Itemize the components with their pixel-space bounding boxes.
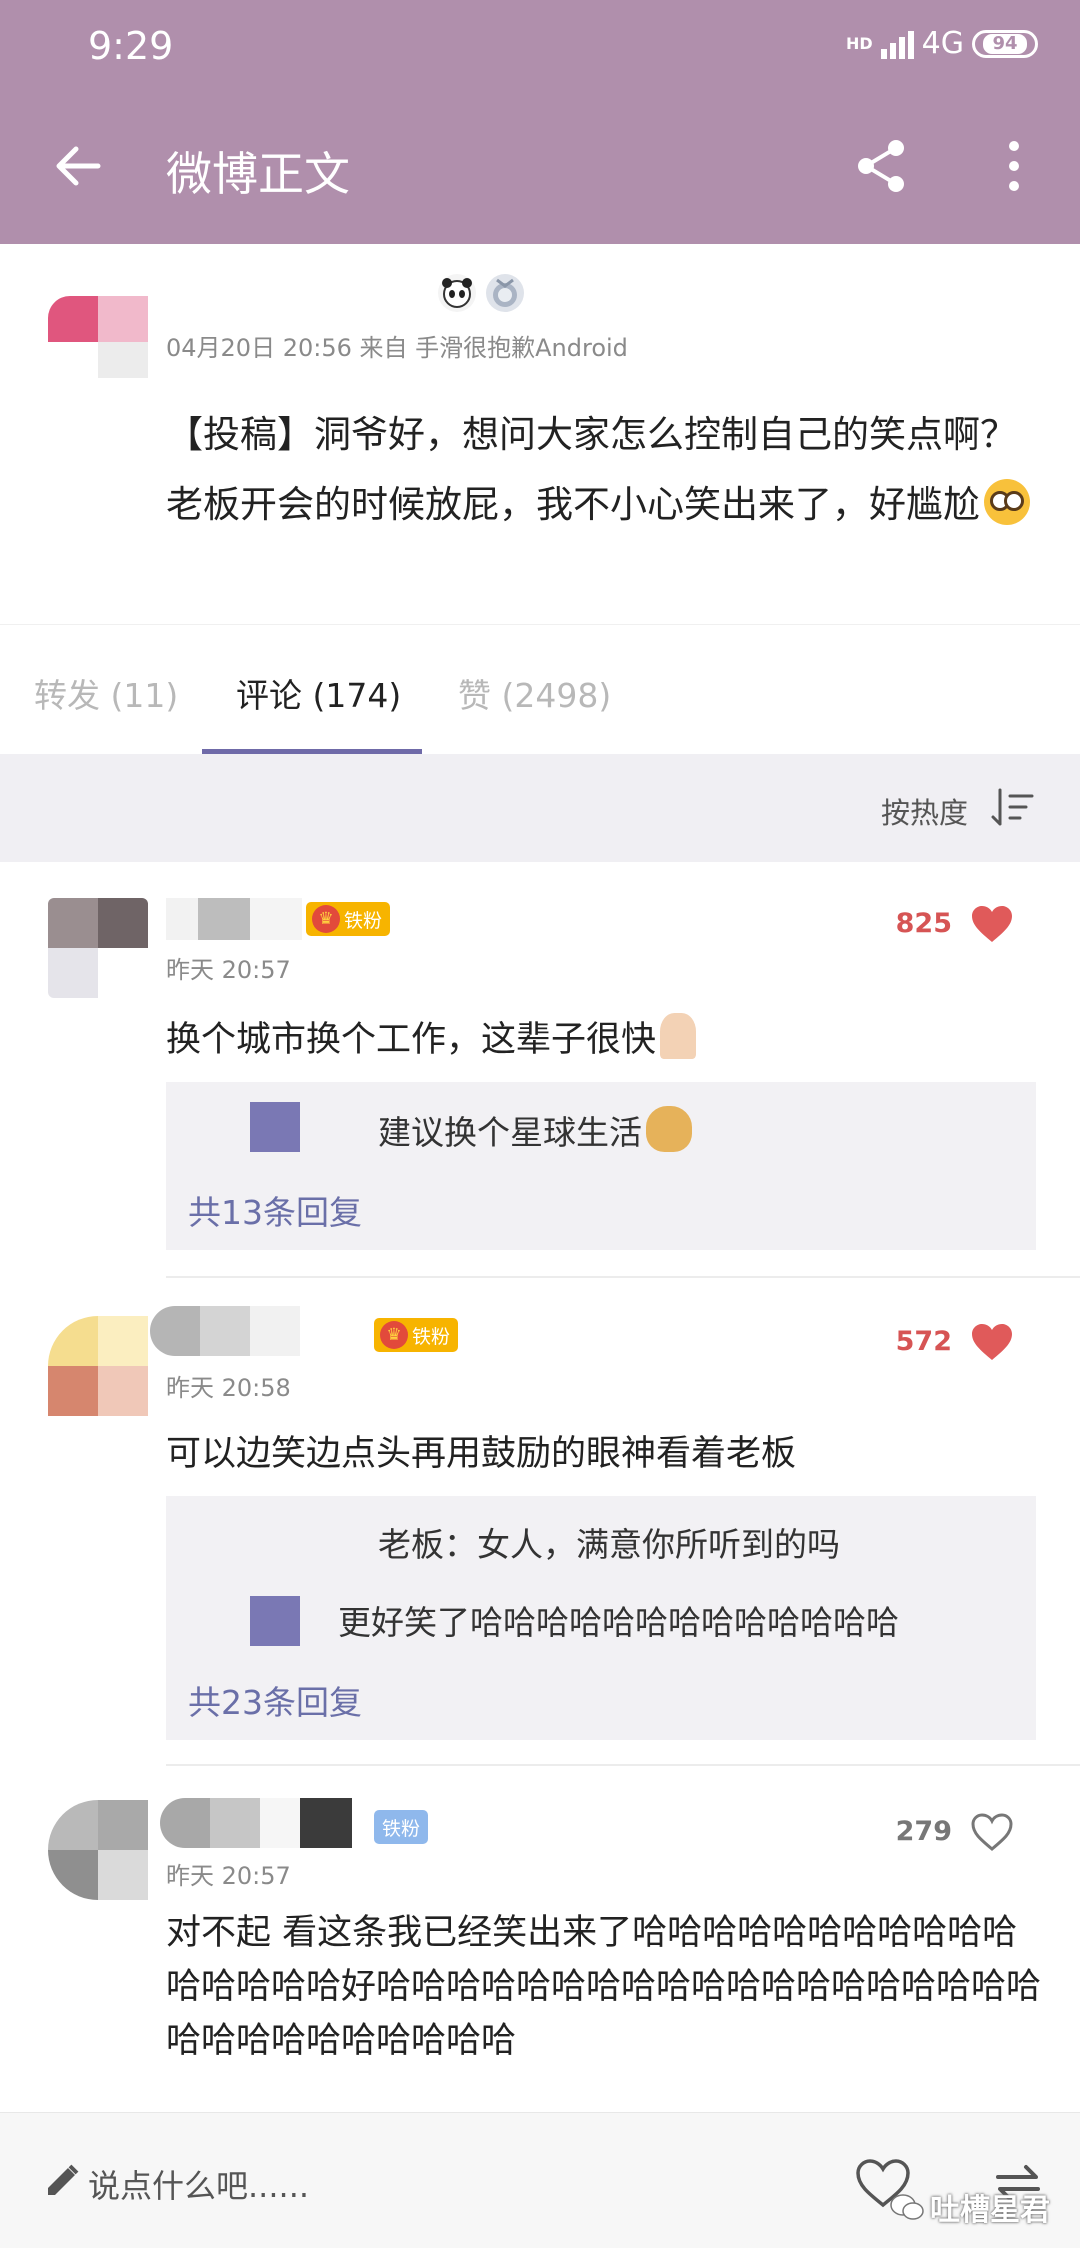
comment-input-bar: 说点什么吧...... 吐槽星君 — [0, 2112, 1080, 2248]
commenter-avatar[interactable] — [48, 1800, 148, 1900]
tab-bar: 转发 (11) 评论 (174) 赞 (2498) — [0, 624, 1080, 755]
status-indicators: HD 4G 94 — [846, 26, 1038, 61]
comment-time: 昨天 20:58 — [166, 1374, 291, 1402]
commenter-avatar[interactable] — [48, 1316, 148, 1416]
battery-icon: 94 — [972, 29, 1038, 58]
heart-outline-icon[interactable] — [970, 1812, 1014, 1852]
flushed-emoji-icon — [984, 479, 1030, 525]
like-count: 279 — [895, 1816, 952, 1847]
wechat-icon — [890, 2194, 924, 2220]
watermark-text: 吐槽星君 — [930, 2193, 1050, 2228]
heart-icon[interactable] — [970, 904, 1014, 944]
pray-emoji-icon — [660, 1013, 697, 1059]
sort-bar: 按热度 — [0, 754, 1080, 862]
fan-badge: ♛ 铁粉 — [306, 902, 391, 936]
divider — [166, 1276, 1080, 1278]
comment-time: 昨天 20:57 — [166, 956, 291, 984]
commenter-name[interactable] — [166, 898, 302, 940]
view-replies-link[interactable]: 共23条回复 — [188, 1676, 362, 1724]
tab-comment[interactable]: 评论 (174) — [236, 669, 401, 717]
doge-emoji-icon — [646, 1106, 692, 1152]
tab-repost[interactable]: 转发 (11) — [34, 669, 178, 717]
post-author-avatar[interactable] — [48, 288, 148, 378]
post-text: 【投稿】洞爷好，想问大家怎么控制自己的笑点啊？老板开会的时候放屁，我不小心笑出来… — [166, 400, 1046, 540]
reply-text: 建议换个星球生活 — [378, 1106, 692, 1154]
share-icon[interactable] — [852, 136, 912, 196]
comment-item: ♛ 铁粉 昨天 20:58 572 可以边笑边点头再用鼓励的眼神看着老板 老板：… — [0, 1282, 1080, 1768]
hd-label: HD — [845, 33, 873, 53]
panda-badge-icon — [438, 274, 476, 312]
watermark: 吐槽星君 — [890, 2185, 1050, 2229]
reply-user-avatar — [250, 1596, 300, 1646]
heart-icon[interactable] — [970, 1322, 1014, 1362]
like-count: 825 — [895, 908, 952, 939]
network-type: 4G — [921, 26, 964, 61]
reply-box[interactable]: 建议换个星球生活 共13条回复 — [166, 1082, 1036, 1250]
comment-item: 铁粉 昨天 20:57 279 对不起 看这条我已经笑出来了哈哈哈哈哈哈哈哈哈哈… — [0, 1770, 1080, 2110]
medal-badge-icon — [486, 274, 524, 312]
comment-input[interactable]: 说点什么吧...... — [88, 2161, 309, 2207]
reply-text: 更好笑了哈哈哈哈哈哈哈哈哈哈哈哈哈 — [338, 1603, 899, 1642]
fan-badge-label: 铁粉 — [382, 1817, 421, 1840]
commenter-name[interactable] — [160, 1798, 352, 1848]
like-count: 572 — [895, 1326, 952, 1357]
commenter-name[interactable] — [150, 1306, 300, 1356]
app-header: 9:29 HD 4G 94 微博正文 — [0, 0, 1080, 244]
reply-text: 老板：女人，满意你所听到的吗 — [378, 1525, 840, 1564]
battery-level: 94 — [983, 33, 1027, 54]
sort-button[interactable]: 按热度 — [881, 790, 968, 832]
crown-icon: ♛ — [380, 1321, 408, 1349]
signal-icon — [880, 29, 914, 59]
reply-body: 建议换个星球生活 — [378, 1113, 642, 1152]
author-badges — [438, 274, 524, 312]
divider — [166, 1764, 1080, 1766]
tab-like[interactable]: 赞 (2498) — [458, 669, 611, 717]
edit-icon — [48, 2164, 79, 2195]
back-arrow-icon[interactable] — [48, 136, 108, 196]
sort-icon[interactable] — [990, 788, 1034, 828]
reply-user-avatar — [250, 1102, 300, 1152]
page-title: 微博正文 — [166, 147, 350, 201]
comment-body: 换个城市换个工作，这辈子很快 — [166, 1020, 657, 1060]
more-vertical-icon[interactable] — [990, 136, 1038, 196]
comment-text: 可以边笑边点头再用鼓励的眼神看着老板 — [166, 1434, 797, 1474]
fan-badge-label: 铁粉 — [412, 1325, 451, 1348]
comment-text: 对不起 看这条我已经笑出来了哈哈哈哈哈哈哈哈哈哈哈哈哈哈哈哈好哈哈哈哈哈哈哈哈哈… — [166, 1913, 1042, 2061]
post-meta: 04月20日 20:56 来自 手滑很抱歉Android — [166, 334, 628, 362]
fan-badge-label: 铁粉 — [344, 909, 383, 932]
comment-time: 昨天 20:57 — [166, 1862, 291, 1890]
status-time: 9:29 — [88, 24, 174, 68]
crown-icon: ♛ — [312, 905, 340, 933]
fan-badge: ♛ 铁粉 — [374, 1318, 459, 1352]
reply-box[interactable]: 老板：女人，满意你所听到的吗 更好笑了哈哈哈哈哈哈哈哈哈哈哈哈哈 共23条回复 — [166, 1496, 1036, 1740]
commenter-avatar[interactable] — [48, 898, 148, 998]
fan-badge: 铁粉 — [374, 1810, 429, 1844]
view-replies-link[interactable]: 共13条回复 — [188, 1186, 362, 1234]
post-body: 【投稿】洞爷好，想问大家怎么控制自己的笑点啊？老板开会的时候放屁，我不小心笑出来… — [166, 413, 1017, 526]
comment-text: 换个城市换个工作，这辈子很快 — [166, 1012, 1046, 1068]
comment-item: ♛ 铁粉 昨天 20:57 825 换个城市换个工作，这辈子很快 建议换个星球生… — [0, 862, 1080, 1280]
